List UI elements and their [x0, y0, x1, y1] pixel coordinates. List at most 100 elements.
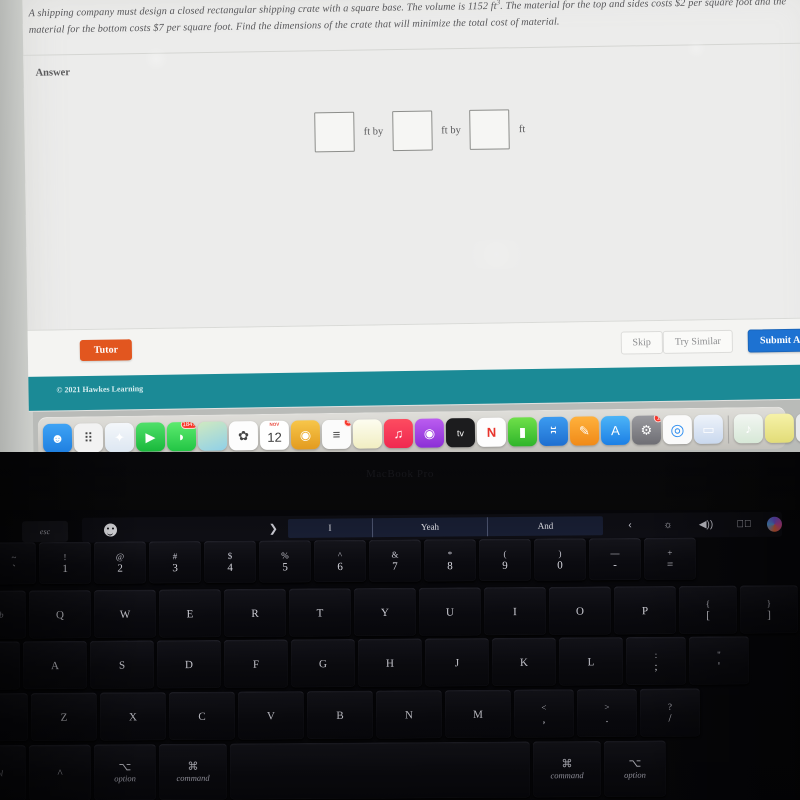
prediction-and[interactable]: And [488, 516, 603, 536]
tutor-button[interactable]: Tutor [79, 339, 133, 362]
key-a[interactable]: A [22, 640, 88, 690]
keynote-icon[interactable]: ⎶ [538, 416, 569, 447]
back-chevron-icon[interactable]: ‹ [611, 520, 649, 531]
key-bottom-label: U [445, 606, 455, 619]
messages-icon[interactable]: ◗ 1847 [166, 421, 197, 452]
key-m[interactable]: M [444, 689, 512, 739]
key-x[interactable]: X [99, 692, 167, 741]
key-c[interactable]: C [168, 691, 236, 741]
key-y[interactable]: Y [353, 587, 417, 637]
music-icon[interactable]: ♫ [383, 418, 414, 449]
siri-icon[interactable] [766, 516, 783, 532]
answer-input-3[interactable] [469, 109, 511, 150]
facetime-icon[interactable]: ▶ [135, 422, 166, 452]
key-u[interactable]: U [418, 587, 482, 636]
calendar-icon[interactable]: NOV 12 [259, 420, 290, 450]
key-t[interactable]: T [288, 588, 352, 637]
key-tab[interactable]: tab [0, 590, 27, 639]
news-icon[interactable]: N [476, 417, 507, 447]
key-0[interactable]: ) 0 [533, 538, 587, 581]
key-q[interactable]: Q [28, 590, 92, 639]
spotify-icon[interactable]: ♪ [733, 413, 764, 444]
key-bracket[interactable]: }] [739, 585, 799, 634]
key-e[interactable]: E [158, 589, 222, 638]
key-punct[interactable]: <, [513, 689, 575, 738]
key--[interactable]: — - [588, 537, 642, 581]
key-r[interactable]: R [223, 588, 287, 638]
reminders-icon[interactable]: ◉ [290, 420, 321, 450]
brightness-icon[interactable]: ☼ [649, 519, 687, 531]
key-control[interactable]: control [0, 744, 27, 800]
key-punct[interactable]: " ' [688, 636, 750, 685]
key-8[interactable]: * 8 [423, 539, 477, 582]
key-`[interactable]: ~ ` [0, 542, 37, 585]
key-9[interactable]: (9 [478, 538, 532, 582]
key-l[interactable]: L [558, 637, 624, 686]
key-symbol: ⌘ [561, 758, 573, 771]
launchpad-icon[interactable]: ⠿ [73, 423, 104, 453]
key-2[interactable]: @2 [93, 541, 147, 584]
maps-icon[interactable] [197, 421, 228, 451]
key-o[interactable]: O [548, 586, 612, 635]
key-3[interactable]: #3 [148, 540, 202, 584]
key-modifier[interactable]: ^ [28, 744, 92, 800]
key-command[interactable]: ⌘ command [158, 743, 228, 800]
volume-up-icon[interactable]: ◀)) [687, 519, 725, 530]
key-=[interactable]: + = [643, 537, 697, 580]
submit-answer-button[interactable]: Submit Answer [747, 328, 800, 353]
key-s[interactable]: S [89, 640, 155, 689]
podcasts-icon[interactable]: ◉ [414, 418, 445, 448]
key-v[interactable]: V [237, 691, 305, 740]
key-f[interactable]: F [223, 639, 289, 688]
chrome-icon[interactable]: ◎ [662, 414, 693, 445]
key-caps-lock[interactable]: lock [0, 641, 21, 690]
safari-icon[interactable]: ✦ [104, 422, 135, 453]
key-5[interactable]: % 5 [258, 540, 312, 583]
key-punct[interactable]: ? / [639, 688, 701, 737]
key-6[interactable]: ^ 6 [313, 539, 367, 583]
pages-icon[interactable]: ✎ [569, 416, 600, 446]
key-n[interactable]: N [375, 690, 443, 739]
try-similar-button[interactable]: Try Similar [662, 329, 734, 354]
key-p[interactable]: P [613, 585, 677, 635]
key-bracket[interactable]: {[ [678, 585, 738, 634]
key-7[interactable]: & 7 [368, 539, 422, 582]
key-j[interactable]: J [424, 638, 490, 687]
chevron-right-icon[interactable]: ❯ [269, 522, 288, 535]
key-z[interactable]: Z [30, 692, 98, 742]
stickies-icon[interactable] [352, 419, 383, 449]
key-4[interactable]: $4 [203, 540, 257, 583]
key-option[interactable]: ⌥ option [603, 740, 667, 797]
roblox-icon[interactable]: ◆ [795, 413, 800, 443]
prediction-yeah[interactable]: Yeah [372, 517, 489, 538]
finder-icon[interactable]: ☻ [42, 423, 73, 454]
key-punct[interactable]: >. [576, 688, 638, 738]
key-space[interactable] [229, 741, 531, 800]
key-g[interactable]: G [290, 638, 356, 688]
appstore-icon[interactable]: A [600, 415, 631, 446]
key-i[interactable]: I [483, 586, 547, 636]
system-preferences-icon[interactable]: ⚙ 1 [631, 415, 662, 445]
key-h[interactable]: H [357, 638, 423, 687]
key-command[interactable]: ⌘ command [532, 740, 602, 798]
appletv-icon[interactable]: tv [445, 417, 476, 448]
photos-icon[interactable]: ✿ [228, 421, 259, 451]
stickies-yellow-icon[interactable] [764, 413, 795, 443]
key-punct[interactable]: :; [625, 636, 687, 686]
key-k[interactable]: K [491, 637, 557, 687]
zoom-icon[interactable]: ▭ [693, 414, 724, 444]
key-shift-left[interactable] [0, 693, 29, 742]
notes-list-icon[interactable]: ≡ 4 [321, 419, 352, 450]
answer-input-2[interactable] [391, 110, 433, 152]
key-1[interactable]: ! 1 [38, 541, 92, 585]
skip-button[interactable]: Skip [620, 330, 664, 355]
prediction-i[interactable]: I [287, 518, 374, 538]
numbers-icon[interactable]: ▮ [507, 417, 538, 447]
key-w[interactable]: W [93, 589, 157, 639]
mute-icon[interactable]: ◀⃠ [725, 519, 763, 530]
emoji-icon[interactable] [82, 523, 138, 537]
answer-input-1[interactable] [314, 111, 356, 153]
key-d[interactable]: D [156, 639, 222, 689]
key-option[interactable]: ⌥ option [93, 744, 157, 800]
key-b[interactable]: B [306, 690, 374, 740]
